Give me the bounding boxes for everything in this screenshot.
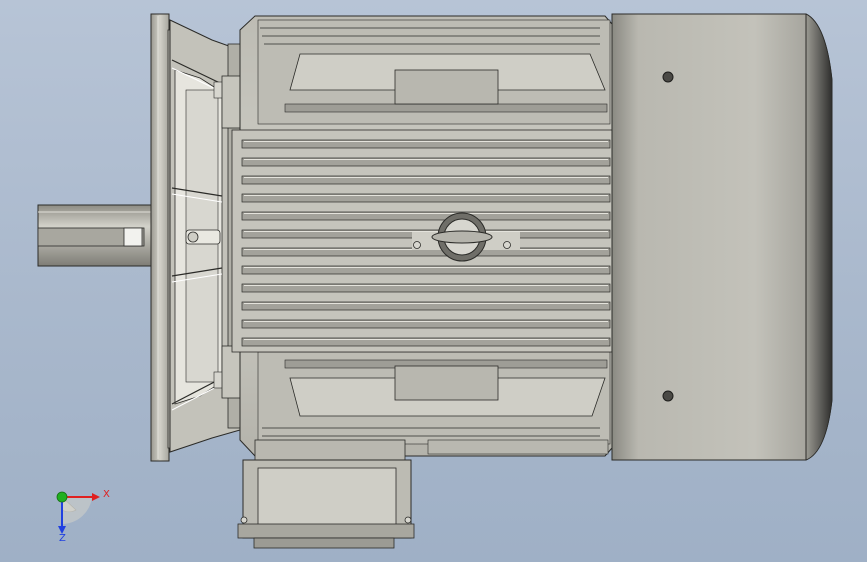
- cover-screw-bottom: [662, 390, 674, 402]
- y-axis-arrow: [56, 491, 68, 503]
- stator-housing[interactable]: [231, 15, 613, 457]
- lifting-pad-top: [394, 69, 499, 105]
- cad-viewport[interactable]: X Z: [0, 0, 867, 562]
- shaft-key: [123, 227, 143, 247]
- cover-screw-top: [662, 71, 674, 83]
- lifting-pad-bottom: [394, 365, 499, 401]
- fan-cover[interactable]: [611, 13, 833, 461]
- shaft[interactable]: [37, 204, 155, 267]
- motor-model[interactable]: X Z: [0, 0, 867, 562]
- view-triad[interactable]: X Z: [56, 489, 110, 544]
- z-axis-label: Z: [59, 533, 66, 544]
- x-axis-label: X: [103, 489, 110, 500]
